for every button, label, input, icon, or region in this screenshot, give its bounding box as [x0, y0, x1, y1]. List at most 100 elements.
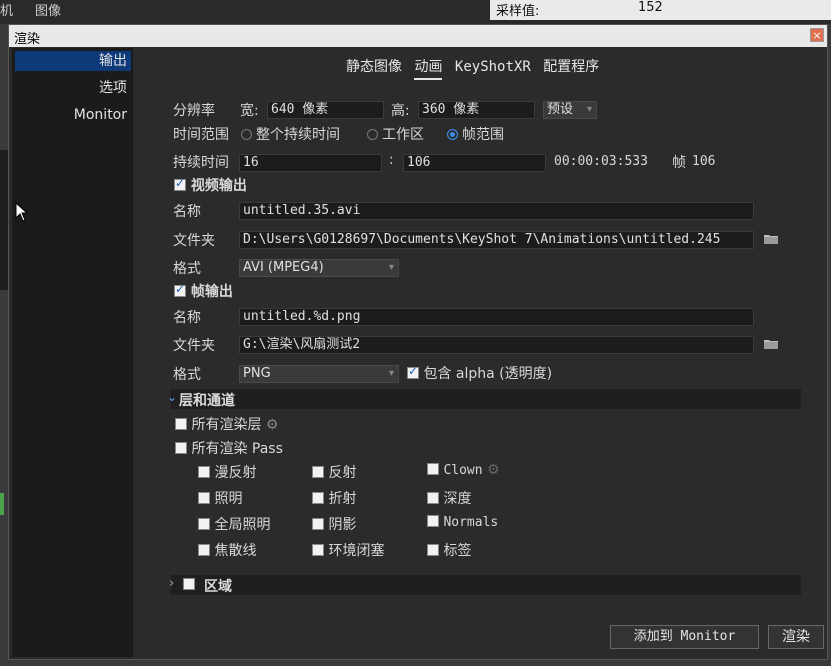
- tab-still-image[interactable]: 静态图像: [346, 56, 402, 78]
- folder-icon[interactable]: [763, 338, 779, 350]
- pass-label: 照明: [214, 491, 243, 507]
- time-range-option-full[interactable]: 整个持续时间: [241, 124, 340, 144]
- frame-label: 帧: [672, 155, 686, 171]
- all-layers-label: 所有渲染层: [191, 417, 262, 433]
- video-output-toggle[interactable]: 视频输出: [174, 175, 247, 195]
- chevron-down-icon: ▾: [586, 104, 592, 115]
- checkbox-icon: [427, 544, 439, 556]
- sidebar-item-output[interactable]: 输出: [15, 51, 131, 71]
- pass-shadow[interactable]: 阴影: [312, 514, 356, 534]
- tab-configurator[interactable]: 配置程序: [543, 56, 599, 78]
- background-sample-panel: 采样值: 152: [490, 0, 831, 20]
- time-range-option-workarea[interactable]: 工作区: [367, 124, 424, 144]
- pass-lighting[interactable]: 照明: [198, 488, 242, 508]
- checkbox-icon: [312, 492, 324, 504]
- alpha-toggle[interactable]: 包含 alpha (透明度): [407, 363, 552, 383]
- time-range-option-frames[interactable]: 帧范围: [447, 124, 504, 144]
- frame-format-label: 格式: [173, 367, 201, 383]
- video-name-label: 名称: [173, 204, 201, 220]
- checkbox-checked-icon: [174, 176, 186, 191]
- checkbox-icon: [312, 518, 324, 530]
- checkbox-checked-icon: [174, 282, 186, 297]
- pass-ambient-occlusion[interactable]: 环境闭塞: [312, 540, 384, 560]
- dialog-titlebar[interactable]: 渲染 ×: [9, 25, 827, 47]
- video-name-input[interactable]: untitled.35.avi: [239, 202, 754, 220]
- tab-keyshotxr[interactable]: KeyShotXR: [455, 59, 531, 77]
- render-button[interactable]: 渲染: [768, 625, 824, 649]
- pass-label: 标签: [443, 543, 472, 559]
- bg-menu-item[interactable]: 机: [0, 4, 13, 19]
- sidebar-item-monitor[interactable]: Monitor: [15, 105, 127, 125]
- pass-label: 全局照明: [214, 517, 271, 533]
- checkbox-icon: [312, 466, 324, 478]
- gear-icon[interactable]: ⚙: [487, 462, 500, 478]
- render-dialog: 渲染 × 输出 选项 Monitor 静态图像 动画 KeyShotXR 配置程…: [8, 24, 828, 660]
- checkbox-icon: [198, 492, 210, 504]
- time-range-option-label: 工作区: [382, 127, 424, 143]
- pass-clown[interactable]: Clown ⚙: [427, 462, 500, 478]
- time-range-option-label: 整个持续时间: [256, 127, 340, 143]
- duration-start-input[interactable]: 16: [239, 154, 382, 172]
- all-layers-toggle[interactable]: 所有渲染层 ⚙: [175, 414, 278, 434]
- frame-format-dropdown[interactable]: PNG ▾: [239, 365, 399, 383]
- checkbox-icon: [427, 515, 439, 527]
- sidebar: 输出 选项 Monitor: [12, 48, 133, 657]
- checkbox-icon: [183, 578, 195, 590]
- folder-icon[interactable]: [763, 233, 779, 245]
- add-to-monitor-button[interactable]: 添加到 Monitor: [610, 625, 759, 649]
- pass-refraction[interactable]: 折射: [312, 488, 356, 508]
- pass-depth[interactable]: 深度: [427, 488, 471, 508]
- pass-label: Normals: [443, 515, 499, 530]
- bg-menu-item[interactable]: 图像: [35, 4, 61, 19]
- frame-name-label: 名称: [173, 310, 201, 326]
- pass-diffuse[interactable]: 漫反射: [198, 462, 256, 482]
- tab-animation[interactable]: 动画: [414, 56, 443, 80]
- all-passes-toggle[interactable]: 所有渲染 Pass: [175, 438, 283, 458]
- pass-reflection[interactable]: 反射: [312, 462, 356, 482]
- chevron-down-icon: ▾: [388, 368, 394, 379]
- pass-label: 漫反射: [214, 465, 257, 481]
- width-input[interactable]: 640 像素: [267, 101, 384, 119]
- checkbox-icon: [198, 544, 210, 556]
- pass-label: 焦散线: [214, 543, 257, 559]
- pass-label: 折射: [328, 491, 357, 507]
- height-label: 高:: [391, 103, 410, 119]
- video-folder-input[interactable]: D:\Users\G0128697\Documents\KeyShot 7\An…: [239, 231, 754, 249]
- pass-label: 环境闭塞: [328, 543, 385, 559]
- frame-folder-label: 文件夹: [173, 338, 215, 354]
- background-green-indicator: [0, 493, 4, 515]
- region-toggle[interactable]: [183, 578, 195, 593]
- layers-section-header[interactable]: ⌄ 层和通道: [167, 389, 801, 409]
- sample-label: 采样值:: [496, 4, 540, 19]
- video-format-dropdown[interactable]: AVI (MPEG4) ▾: [239, 259, 399, 277]
- checkbox-icon: [312, 544, 324, 556]
- dialog-title: 渲染: [14, 32, 41, 47]
- region-section-title: 区域: [204, 579, 232, 595]
- frame-output-label: 帧输出: [190, 284, 233, 300]
- checkbox-icon: [427, 492, 439, 504]
- height-input[interactable]: 360 像素: [418, 101, 535, 119]
- time-range-label: 时间范围: [173, 127, 229, 143]
- pass-caustics[interactable]: 焦散线: [198, 540, 256, 560]
- duration-end-input[interactable]: 106: [403, 154, 546, 172]
- gear-icon[interactable]: ⚙: [266, 417, 279, 433]
- pass-global-illumination[interactable]: 全局照明: [198, 514, 270, 534]
- checkbox-icon: [175, 418, 187, 430]
- frame-name-input[interactable]: untitled.%d.png: [239, 308, 754, 326]
- sidebar-item-options[interactable]: 选项: [15, 78, 127, 98]
- video-format-value: AVI (MPEG4): [243, 260, 324, 275]
- checkbox-icon: [198, 466, 210, 478]
- close-icon[interactable]: ×: [810, 28, 824, 42]
- alpha-label: 包含 alpha (透明度): [423, 366, 553, 382]
- radio-icon: [367, 129, 378, 140]
- video-output-label: 视频输出: [190, 178, 247, 194]
- video-format-label: 格式: [173, 261, 201, 277]
- preset-dropdown[interactable]: 预设 ▾: [543, 101, 597, 119]
- frame-output-toggle[interactable]: 帧输出: [174, 281, 233, 301]
- frame-folder-input[interactable]: G:\渲染\风扇测试2: [239, 336, 754, 354]
- region-section-header[interactable]: › 区域: [169, 575, 801, 595]
- pass-labels[interactable]: 标签: [427, 540, 471, 560]
- pass-normals[interactable]: Normals: [427, 514, 498, 530]
- background-left-strip: [0, 150, 8, 290]
- duration-label: 持续时间: [173, 155, 229, 171]
